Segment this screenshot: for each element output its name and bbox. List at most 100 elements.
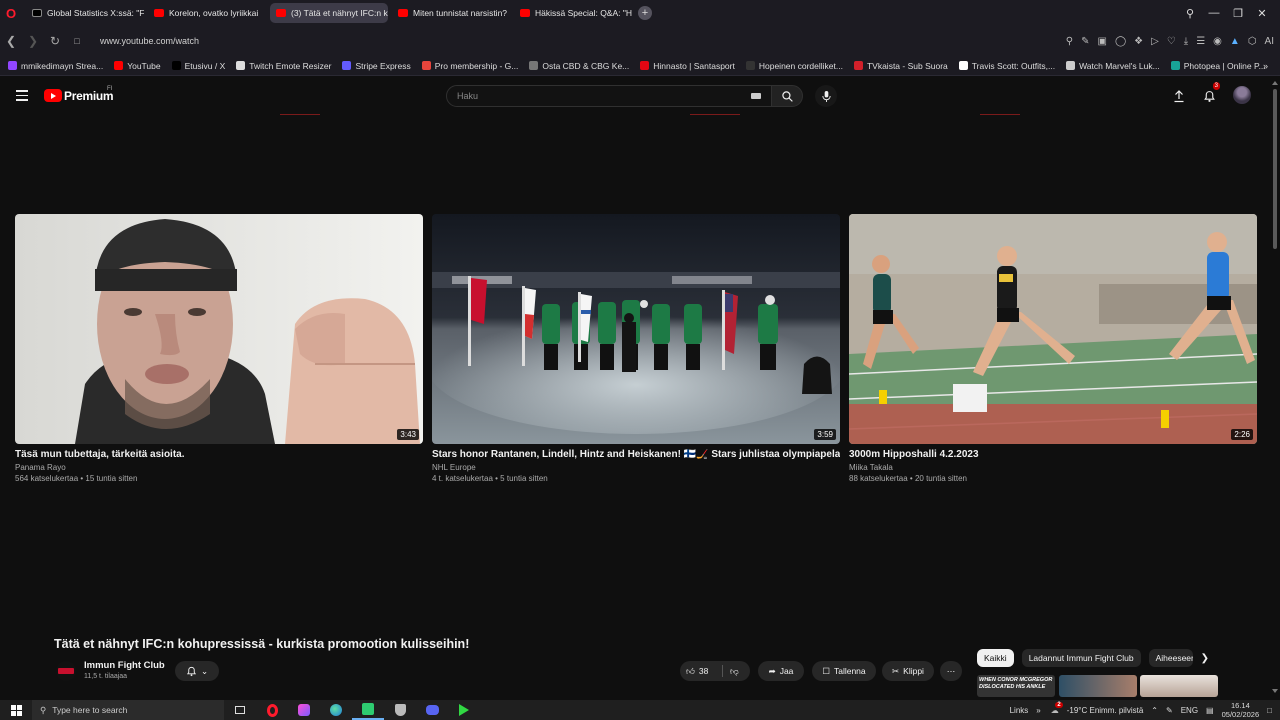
save-button[interactable]: ☐ Tallenna (812, 661, 876, 681)
bookmark-item[interactable]: TVkaista - Sub Suora (853, 61, 948, 71)
taskbar-search-input[interactable] (52, 705, 213, 715)
upload-button[interactable] (1168, 85, 1190, 107)
chip-uploaded-by[interactable]: Ladannut Immun Fight Club (1021, 649, 1141, 667)
search-input[interactable] (447, 86, 737, 106)
premiere-app-icon[interactable] (288, 700, 320, 720)
weather-text[interactable]: -19°C Enimm. pilvistä (1067, 706, 1144, 715)
notifications-button[interactable]: 3 (1198, 82, 1220, 107)
browser-tab-active[interactable]: (3) Tätä et nähnyt IFC:n k (270, 3, 388, 23)
camera-icon[interactable]: ▣ (1097, 36, 1106, 47)
chip-all[interactable]: Kaikki (977, 649, 1014, 667)
aria-icon[interactable]: ▲ (1230, 36, 1240, 47)
video-card[interactable]: 3:59 Stars honor Rantanen, Lindell, Hint… (432, 214, 840, 483)
profile-icon[interactable]: ◉ (1213, 36, 1222, 47)
forward-icon[interactable]: ❯ (22, 34, 44, 48)
taskbar-search[interactable]: ⚲ (32, 700, 224, 720)
language-indicator[interactable]: ENG (1181, 706, 1198, 715)
browser-tab[interactable]: Korelon, ovatko lyriikkai (148, 3, 266, 23)
reload-icon[interactable]: ↻ (44, 34, 66, 48)
maximize-icon[interactable]: ❐ (1226, 7, 1250, 20)
bookmark-item[interactable]: Pro membership - G... (421, 61, 518, 71)
video-thumbnail[interactable]: 3:43 (15, 214, 423, 444)
subscribed-button[interactable]: ⌄ (175, 661, 219, 681)
opera-menu-icon[interactable]: O (0, 0, 22, 26)
download-icon[interactable]: ⤓ (1184, 36, 1188, 47)
bookmark-item[interactable]: Twitch Emote Resizer (236, 61, 331, 71)
lens-icon[interactable]: ⚲ (1066, 36, 1073, 47)
heart-icon[interactable]: ♡ (1167, 36, 1176, 47)
voice-search-button[interactable] (815, 85, 837, 107)
bookmark-item[interactable]: mmikedimayn Strea... (8, 61, 103, 71)
close-icon[interactable]: ✕ (1250, 7, 1274, 20)
new-tab-button[interactable]: + (638, 6, 652, 20)
chevron-right-icon[interactable]: » (1036, 706, 1040, 715)
bookmark-item[interactable]: Etusivu / X (171, 61, 225, 71)
keyboard-icon[interactable] (751, 93, 761, 99)
video-title[interactable]: Stars honor Rantanen, Lindell, Hintz and… (432, 449, 840, 460)
bookmark-item[interactable]: Travis Scott: Outfits,... (958, 61, 1055, 71)
discord-app-icon[interactable] (416, 700, 448, 720)
bookmark-item[interactable]: Photopea | Online P... (1170, 61, 1266, 71)
video-channel[interactable]: Panama Rayo (15, 463, 423, 472)
back-icon[interactable]: ❮ (0, 34, 22, 48)
app-icon-active[interactable] (352, 700, 384, 720)
video-card[interactable]: 2:26 3000m Hipposhalli 4.2.2023 Miika Ta… (849, 214, 1257, 483)
video-card[interactable]: 3:43 Täsä mun tubettaja, tärkeitä asioit… (15, 214, 423, 483)
youtube-brand[interactable]: Premium (64, 89, 114, 103)
browser-tab[interactable]: Häkissä Special: Q&A: "Hä (514, 3, 632, 23)
like-button[interactable]: 👍︎ 38 👎︎ (680, 661, 750, 681)
tray-chevron-up-icon[interactable]: ⌃ (1151, 706, 1158, 715)
links-toolbar[interactable]: Links (1010, 706, 1029, 715)
thumbs-down-icon[interactable]: 👎︎ (730, 666, 739, 677)
player-icon[interactable]: ▷ (1151, 36, 1159, 47)
ai-button[interactable]: AI (1265, 36, 1274, 47)
url-field[interactable]: www.youtube.com/watch (100, 36, 199, 46)
menu-lines-icon[interactable]: ☰ (1196, 36, 1205, 47)
more-actions-button[interactable]: ⋯ (940, 661, 962, 681)
search-tabs-icon[interactable]: ⚲ (1178, 7, 1202, 20)
video-thumbnail[interactable]: 3:59 (432, 214, 840, 444)
page-scrollbar[interactable] (1270, 77, 1280, 697)
task-view-icon[interactable] (224, 700, 256, 720)
channel-name[interactable]: Immun Fight Club (84, 660, 165, 671)
bookmark-item[interactable]: Watch Marvel's Luk... (1066, 61, 1160, 71)
avatar[interactable] (1233, 86, 1251, 104)
channel-avatar[interactable] (56, 661, 76, 681)
video-channel[interactable]: NHL Europe (432, 463, 840, 472)
play-app-icon[interactable] (448, 700, 480, 720)
weather-icon[interactable]: ☁ 2 (1051, 701, 1063, 715)
edit-icon[interactable]: ✎ (1081, 36, 1089, 47)
bookmarks-overflow-icon[interactable]: » (1263, 61, 1268, 71)
start-button[interactable] (0, 704, 32, 716)
scrollbar-thumb[interactable] (1273, 89, 1277, 249)
bookmark-item[interactable]: Stripe Express (342, 61, 411, 71)
video-title[interactable]: 3000m Hipposhalli 4.2.2023 (849, 449, 1257, 460)
related-video-thumbnail[interactable] (1140, 675, 1218, 697)
menu-icon[interactable] (16, 90, 28, 104)
cube-icon[interactable]: ⬡ (1248, 36, 1257, 47)
bookmark-item[interactable]: Hinnasto | Santasport (640, 61, 735, 71)
network-icon[interactable]: ▤ (1206, 706, 1214, 715)
scroll-down-icon[interactable] (1272, 689, 1278, 693)
minimize-icon[interactable]: — (1202, 7, 1226, 19)
scroll-up-icon[interactable] (1272, 81, 1278, 85)
notifications-center-icon[interactable]: □ (1267, 706, 1272, 715)
video-title[interactable]: Täsä mun tubettaja, tärkeitä asioita. (15, 449, 423, 460)
browser-tab[interactable]: Global Statistics X:ssä: "Fo (26, 3, 144, 23)
video-channel[interactable]: Miika Takala (849, 463, 1257, 472)
edge-app-icon[interactable] (320, 700, 352, 720)
chip-related[interactable]: Aiheeseen (1148, 649, 1193, 667)
video-thumbnail[interactable]: 2:26 (849, 214, 1257, 444)
share-button[interactable]: ➦ Jaa (758, 661, 804, 681)
extension-icon[interactable]: ❖ (1134, 36, 1143, 47)
bookmark-item[interactable]: YouTube (114, 61, 161, 71)
bookmark-item[interactable]: Osta CBD & CBG Ke... (529, 61, 629, 71)
site-info-icon[interactable]: □ (66, 36, 88, 46)
search-button[interactable] (771, 85, 803, 107)
vpn-icon[interactable]: ◯ (1115, 36, 1126, 47)
browser-tab[interactable]: Miten tunnistat narsistin? (392, 3, 510, 23)
opera-app-icon[interactable] (256, 700, 288, 720)
youtube-logo-icon[interactable] (44, 89, 62, 102)
clip-button[interactable]: ✂ Klippi (882, 661, 934, 681)
related-video-thumbnail[interactable]: When Conor McGregor DISLOCATED His Ankle (977, 675, 1055, 697)
